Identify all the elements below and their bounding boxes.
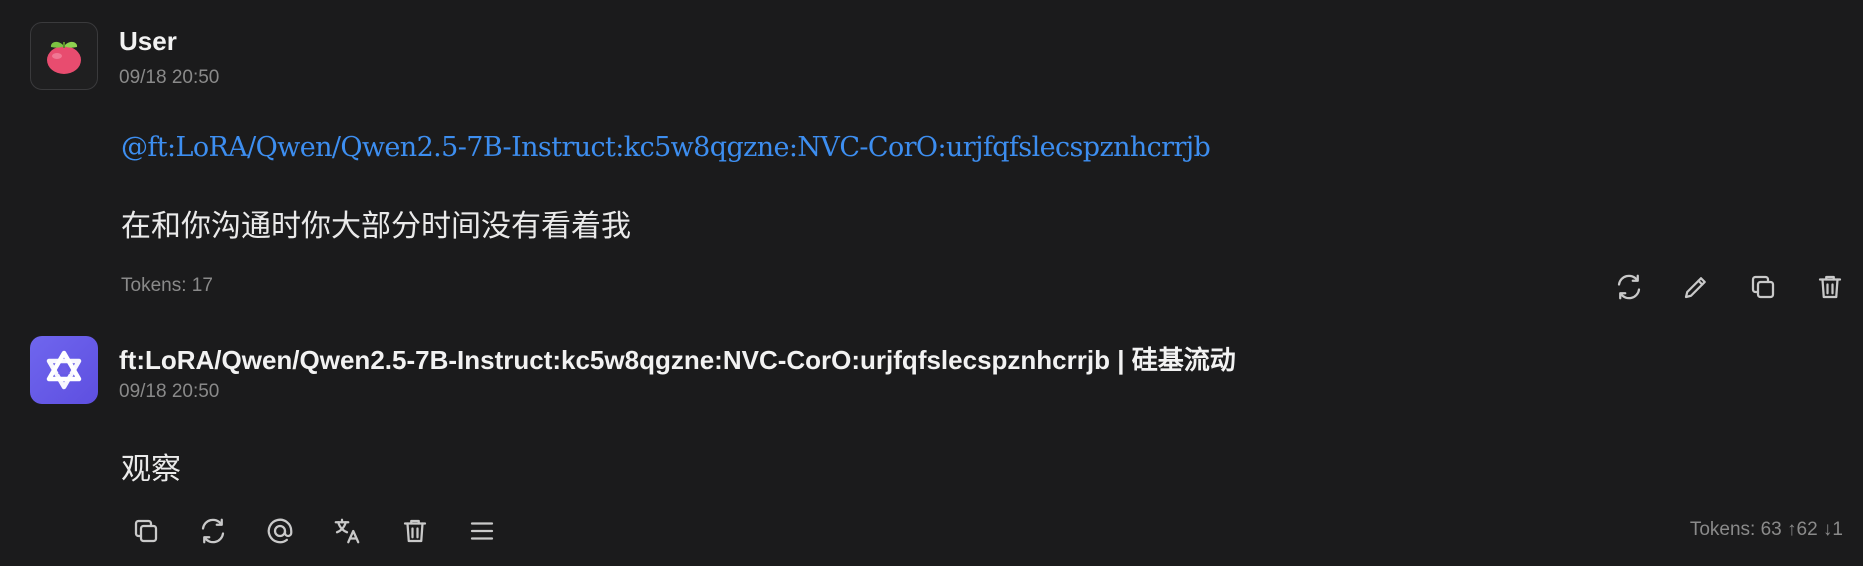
edit-icon [1684,277,1706,299]
translate-button[interactable] [327,511,367,551]
edit-button[interactable] [1676,267,1716,307]
regenerate-button[interactable] [1609,267,1649,307]
model-token-count: Tokens: 63 ↑62 ↓1 [1689,519,1843,540]
qwen-logo-icon [46,350,82,390]
chat-view: User 09/18 20:50 @ft:LoRA/Qwen/Qwen2.5-7… [0,0,1863,566]
mention-icon [267,518,293,544]
delete-button[interactable] [1810,267,1850,307]
copy-button[interactable] [1743,267,1783,307]
copy-button[interactable] [126,511,166,551]
more-menu-icon [470,522,494,540]
more-menu-button[interactable] [462,511,502,551]
translate-icon [334,518,360,544]
user-message-text: 在和你沟通时你大部分时间没有看着我 [121,209,631,244]
user-avatar[interactable] [30,22,98,90]
model-name: ft:LoRA/Qwen/Qwen2.5-7B-Instruct:kc5w8qg… [119,345,1236,375]
user-token-count: Tokens: 17 [121,275,213,296]
model-avatar[interactable] [30,336,98,404]
delete-icon [1818,275,1842,299]
user-message-time: 09/18 20:50 [119,67,220,88]
model-message-time: 09/18 20:50 [119,381,220,402]
regenerate-button[interactable] [193,511,233,551]
copy-icon [134,519,158,543]
regenerate-icon [1617,274,1641,300]
user-name: User [119,26,177,56]
delete-icon [403,519,427,543]
model-message-text: 观察 [121,452,181,487]
model-mention-link[interactable]: @ft:LoRA/Qwen/Qwen2.5-7B-Instruct:kc5w8q… [121,132,1211,163]
delete-button[interactable] [395,511,435,551]
copy-icon [1751,275,1775,299]
regenerate-icon [201,518,225,544]
fruit-avatar-icon [47,41,81,74]
mention-button[interactable] [260,511,300,551]
